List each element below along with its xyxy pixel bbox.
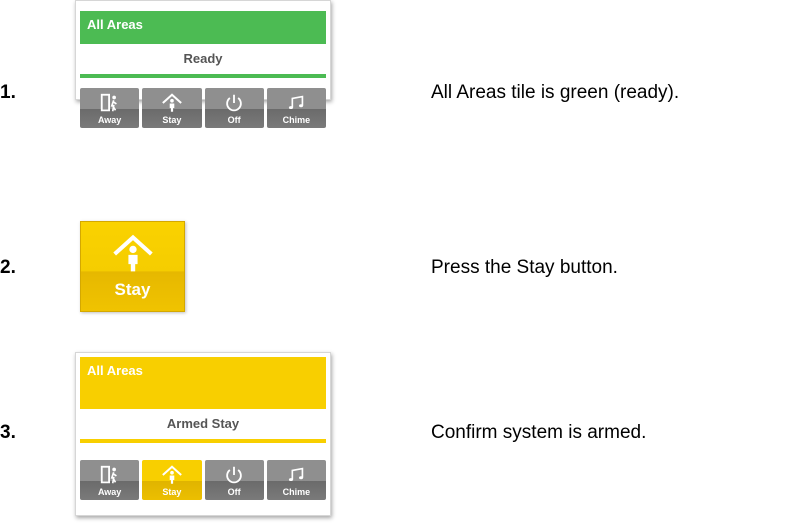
off-label: Off	[227, 487, 241, 497]
stay-label: Stay	[114, 280, 151, 299]
off-button[interactable]: Off	[204, 460, 264, 500]
chime-button[interactable]: Chime	[266, 460, 326, 500]
step-1-description: All Areas tile is green (ready).	[431, 82, 680, 103]
stay-label: Stay	[162, 487, 182, 497]
all-areas-tile-ready[interactable]: All Areas Ready Away Stay Off Chime	[75, 0, 331, 128]
power-icon	[226, 466, 242, 484]
arming-button-row: Away Stay Off Chime	[80, 460, 326, 500]
tile-status: Ready	[183, 51, 223, 66]
arming-button-row: Away Stay Off Chime	[80, 88, 326, 128]
chime-button[interactable]: Chime	[266, 88, 326, 128]
step-1-number: 1.	[0, 82, 16, 103]
chime-icon	[289, 467, 304, 482]
power-icon	[226, 94, 242, 112]
off-label: Off	[227, 115, 241, 125]
away-button[interactable]: Away	[80, 460, 140, 500]
stay-home-icon	[162, 93, 182, 112]
stay-home-icon	[112, 234, 153, 272]
off-button[interactable]: Off	[204, 88, 264, 128]
stay-label: Stay	[162, 115, 182, 125]
away-icon	[100, 93, 117, 112]
away-icon	[100, 465, 117, 484]
tile-header: All Areas	[80, 357, 326, 409]
status-line	[80, 439, 326, 443]
chime-label: Chime	[282, 487, 311, 497]
away-button[interactable]: Away	[80, 88, 140, 128]
away-label: Away	[97, 115, 122, 125]
stay-home-icon	[162, 465, 182, 484]
step-3-description: Confirm system is armed.	[431, 422, 647, 443]
stay-button-large[interactable]: Stay	[80, 221, 185, 312]
status-line	[80, 74, 326, 78]
all-areas-tile-armed[interactable]: All Areas Armed Stay Away Stay Off Chime	[75, 352, 331, 516]
tile-status: Armed Stay	[166, 416, 240, 431]
away-label: Away	[97, 487, 122, 497]
stay-button-active[interactable]: Stay	[142, 460, 202, 500]
step-2-number: 2.	[0, 257, 16, 278]
step-3-number: 3.	[0, 422, 16, 443]
step-2-description: Press the Stay button.	[431, 257, 618, 278]
chime-icon	[289, 95, 304, 110]
stay-button[interactable]: Stay	[142, 88, 202, 128]
tile-header: All Areas	[80, 11, 326, 44]
chime-label: Chime	[282, 115, 311, 125]
